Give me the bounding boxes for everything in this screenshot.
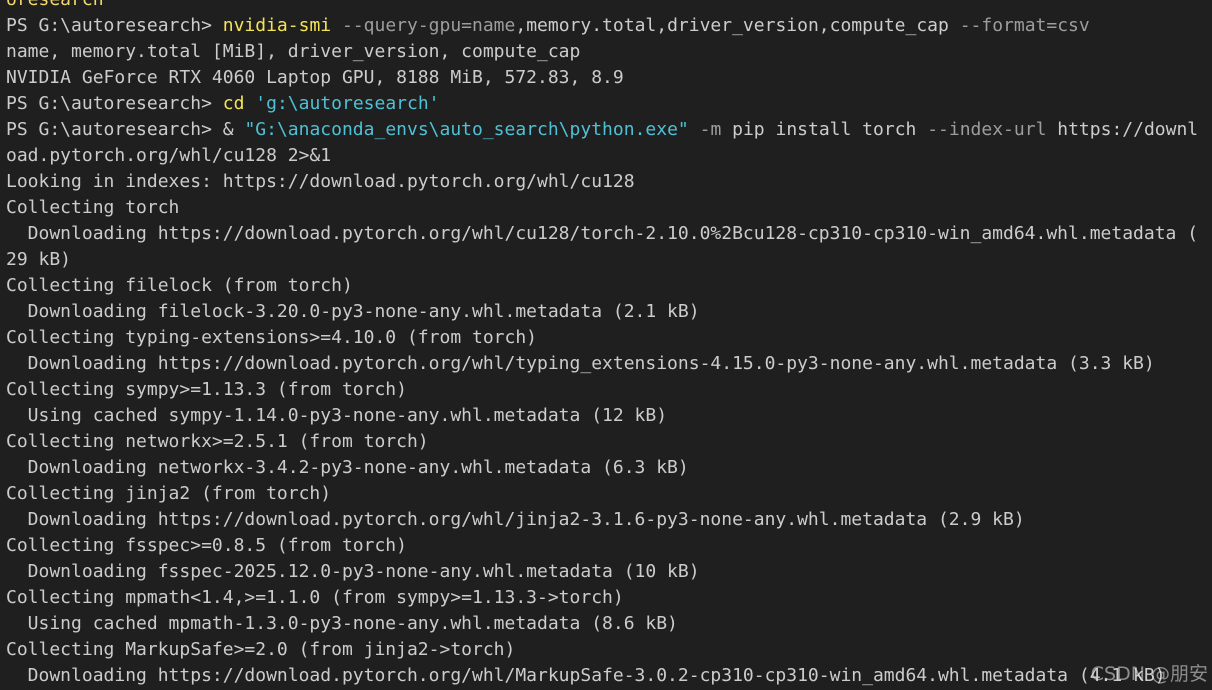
terminal-text-segment: Downloading https://download.pytorch.org… xyxy=(6,223,1199,244)
terminal-text-segment: Using cached sympy-1.14.0-py3-none-any.w… xyxy=(6,405,668,426)
terminal-line: PS G:\autoresearch> & "G:\anaconda_envs\… xyxy=(6,117,1212,143)
terminal-text-segment: --index-url xyxy=(927,119,1047,140)
terminal-text-segment: Downloading https://download.pytorch.org… xyxy=(6,509,1025,530)
terminal-line: PS G:\autoresearch> nvidia-smi --query-g… xyxy=(6,13,1212,39)
terminal-text-segment: Collecting jinja2 (from torch) xyxy=(6,483,332,504)
terminal-line: Downloading https://download.pytorch.org… xyxy=(6,507,1212,533)
terminal-line: Looking in indexes: https://download.pyt… xyxy=(6,169,1212,195)
terminal-line: Collecting networkx>=2.5.1 (from torch) xyxy=(6,429,1212,455)
terminal-text-segment: Collecting torch xyxy=(6,197,180,218)
terminal-line: Using cached sympy-1.14.0-py3-none-any.w… xyxy=(6,403,1212,429)
terminal-text-segment: Collecting sympy>=1.13.3 (from torch) xyxy=(6,379,407,400)
terminal-text-segment: pip install torch xyxy=(721,119,928,140)
terminal-text-segment: PS G:\autoresearch> xyxy=(6,15,223,36)
terminal-line: Collecting torch xyxy=(6,195,1212,221)
terminal-text-segment: & xyxy=(222,119,245,140)
terminal-text-segment: name, memory.total [MiB], driver_version… xyxy=(6,41,581,62)
terminal-line: oad.pytorch.org/whl/cu128 2>&1 xyxy=(6,143,1212,169)
terminal-text-segment: 29 kB) xyxy=(6,249,72,270)
terminal-text-segment: 'g:\autoresearch' xyxy=(255,93,440,114)
terminal-text-segment: Looking in indexes: https://download.pyt… xyxy=(6,171,635,192)
terminal-window[interactable]: oresearch PS G:\autoresearch> nvidia-smi… xyxy=(0,0,1212,690)
terminal-text-segment: Downloading fsspec-2025.12.0-py3-none-an… xyxy=(6,561,700,582)
watermark: CSDN @朋安 xyxy=(1090,663,1208,685)
terminal-text-segment: PS G:\autoresearch> xyxy=(6,119,223,140)
terminal-text-segment: Collecting fsspec>=0.8.5 (from torch) xyxy=(6,535,407,556)
terminal-text-segment: "G:\anaconda_envs\auto_search\python.exe… xyxy=(244,119,689,140)
terminal-line: Downloading networkx-3.4.2-py3-none-any.… xyxy=(6,455,1212,481)
terminal-text-segment: ,memory.total,driver_version,compute_cap xyxy=(515,15,949,36)
terminal-text-segment: Downloading https://download.pytorch.org… xyxy=(6,353,1155,374)
terminal-text-segment: --format=csv xyxy=(959,15,1090,36)
terminal-line-partial: oresearch xyxy=(6,0,1212,13)
terminal-text-segment: --query-gpu=name xyxy=(341,15,516,36)
terminal-text-segment: Collecting filelock (from torch) xyxy=(6,275,353,296)
terminal-line: Collecting sympy>=1.13.3 (from torch) xyxy=(6,377,1212,403)
terminal-line: PS G:\autoresearch> cd 'g:\autoresearch' xyxy=(6,91,1212,117)
terminal-line: Collecting typing-extensions>=4.10.0 (fr… xyxy=(6,325,1212,351)
terminal-text-segment: oad.pytorch.org/whl/cu128 2>&1 xyxy=(6,145,332,166)
terminal-line: Collecting filelock (from torch) xyxy=(6,273,1212,299)
terminal-text-segment: Downloading filelock-3.20.0-py3-none-any… xyxy=(6,301,700,322)
terminal-line: 29 kB) xyxy=(6,247,1212,273)
terminal-line: Downloading filelock-3.20.0-py3-none-any… xyxy=(6,299,1212,325)
terminal-line: Collecting jinja2 (from torch) xyxy=(6,481,1212,507)
terminal-line: Downloading https://download.pytorch.org… xyxy=(6,351,1212,377)
terminal-line: Downloading https://download.pytorch.org… xyxy=(6,221,1212,247)
terminal-text-segment: cd xyxy=(222,93,245,114)
terminal-text-segment: nvidia-smi xyxy=(222,15,332,36)
terminal-text-segment: Downloading https://download.pytorch.org… xyxy=(6,665,1166,686)
terminal-line: Downloading https://download.pytorch.org… xyxy=(6,663,1212,689)
terminal-line: Collecting MarkupSafe>=2.0 (from jinja2-… xyxy=(6,637,1212,663)
terminal-line: Downloading fsspec-2025.12.0-py3-none-an… xyxy=(6,559,1212,585)
terminal-output: oresearch PS G:\autoresearch> nvidia-smi… xyxy=(6,0,1212,689)
terminal-text-segment: Using cached mpmath-1.3.0-py3-none-any.w… xyxy=(6,613,678,634)
terminal-line: NVIDIA GeForce RTX 4060 Laptop GPU, 8188… xyxy=(6,65,1212,91)
terminal-text-segment: https://downl xyxy=(1046,119,1199,140)
terminal-text-segment: Collecting MarkupSafe>=2.0 (from jinja2-… xyxy=(6,639,516,660)
terminal-line: Collecting mpmath<1.4,>=1.1.0 (from symp… xyxy=(6,585,1212,611)
terminal-text-segment: NVIDIA GeForce RTX 4060 Laptop GPU, 8188… xyxy=(6,67,624,88)
terminal-line: Collecting fsspec>=0.8.5 (from torch) xyxy=(6,533,1212,559)
terminal-text-segment: Collecting mpmath<1.4,>=1.1.0 (from symp… xyxy=(6,587,624,608)
terminal-line: Using cached mpmath-1.3.0-py3-none-any.w… xyxy=(6,611,1212,637)
terminal-text-segment: -m xyxy=(699,119,722,140)
terminal-text-segment: Collecting networkx>=2.5.1 (from torch) xyxy=(6,431,429,452)
terminal-text-segment: Downloading networkx-3.4.2-py3-none-any.… xyxy=(6,457,689,478)
terminal-line: name, memory.total [MiB], driver_version… xyxy=(6,39,1212,65)
terminal-text-segment: Collecting typing-extensions>=4.10.0 (fr… xyxy=(6,327,538,348)
terminal-text-segment: PS G:\autoresearch> xyxy=(6,93,223,114)
